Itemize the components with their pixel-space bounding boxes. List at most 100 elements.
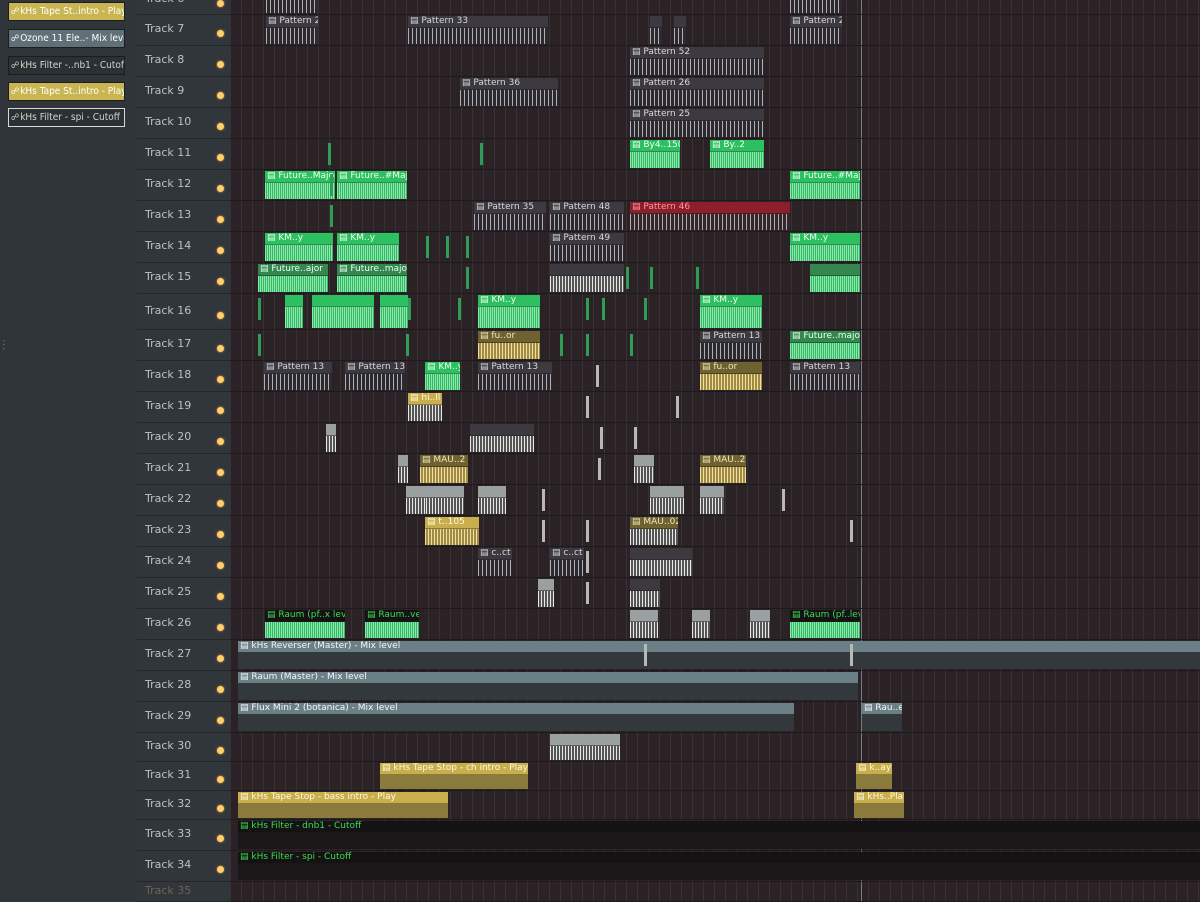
playlist-lane[interactable] xyxy=(230,547,1200,578)
track-mute-led[interactable] xyxy=(217,376,224,383)
playlist-clip[interactable]: ▤ kHs Filter - dnb1 - Cutoff xyxy=(238,821,1200,849)
event-tick[interactable] xyxy=(330,205,333,227)
playlist-clip[interactable]: ▤ Pattern 49 xyxy=(550,233,624,261)
track-header[interactable]: Track 17 xyxy=(137,330,230,361)
event-tick[interactable] xyxy=(644,644,647,666)
playlist-clip[interactable]: ▤ hi..ll xyxy=(408,393,442,421)
track-header[interactable]: Track 21 xyxy=(137,454,230,485)
playlist-clip[interactable]: ▤ KM..y xyxy=(478,295,540,328)
event-tick[interactable] xyxy=(586,582,589,604)
track-header[interactable]: Track 28 xyxy=(137,671,230,702)
event-tick[interactable] xyxy=(328,143,331,165)
playlist-clip[interactable]: ▤ t..105 xyxy=(425,517,479,545)
playlist-clip[interactable]: ▤ Future..major xyxy=(337,264,407,292)
track-mute-led[interactable] xyxy=(217,311,224,319)
track-header[interactable]: Track 27 xyxy=(137,640,230,671)
playlist-clip[interactable]: ▤ MAU..2 xyxy=(420,455,468,483)
track-header[interactable]: Track 34 xyxy=(137,851,230,882)
playlist-clip-unlabeled[interactable] xyxy=(398,455,408,483)
playlist-clip[interactable]: ▤ KM..y xyxy=(425,362,460,390)
playlist-clip[interactable]: ▤ Pattern 13 xyxy=(264,362,332,390)
event-tick[interactable] xyxy=(586,551,589,573)
playlist-lane[interactable] xyxy=(230,882,1200,902)
track-header[interactable]: Track 24 xyxy=(137,547,230,578)
track-mute-led[interactable] xyxy=(217,624,224,631)
playlist-clip[interactable]: ▤ Pattern 24 xyxy=(790,16,842,44)
playlist-clip[interactable]: ▤ Future..ajor xyxy=(258,264,328,292)
playlist-clip-unlabeled[interactable] xyxy=(326,424,336,452)
event-tick[interactable] xyxy=(466,267,469,289)
track-header[interactable]: Track 16 xyxy=(137,294,230,330)
playlist-clip-unlabeled[interactable] xyxy=(630,548,692,576)
track-mute-led[interactable] xyxy=(217,776,224,783)
event-tick[interactable] xyxy=(850,644,853,666)
playlist-clip[interactable]: ▤ k..ay xyxy=(856,763,892,789)
event-tick[interactable] xyxy=(626,267,629,289)
track-header[interactable]: Track 25 xyxy=(137,578,230,609)
playlist-clip-unlabeled[interactable] xyxy=(312,295,374,328)
track-header[interactable]: Track 10 xyxy=(137,108,230,139)
track-mute-led[interactable] xyxy=(217,500,224,507)
event-tick[interactable] xyxy=(600,427,603,449)
track-header[interactable]: Track 32 xyxy=(137,791,230,820)
playlist-clip[interactable]: ▤ c..ct xyxy=(478,548,512,576)
track-header[interactable]: Track 19 xyxy=(137,392,230,423)
event-tick[interactable] xyxy=(258,298,261,320)
event-tick[interactable] xyxy=(598,458,601,480)
playlist-clip[interactable]: ▤ Pattern 13 xyxy=(700,331,762,359)
track-header[interactable]: Track 35 xyxy=(137,882,230,902)
playlist-clip[interactable]: ▤ By4..150 xyxy=(630,140,680,168)
track-mute-led[interactable] xyxy=(217,531,224,538)
playlist-clip-unlabeled[interactable] xyxy=(380,295,408,328)
playlist-clip[interactable]: ▤ Pattern 1 xyxy=(790,0,842,13)
track-header[interactable]: Track 13 xyxy=(137,201,230,232)
playlist-clip-unlabeled[interactable] xyxy=(538,579,554,607)
track-mute-led[interactable] xyxy=(217,278,224,285)
event-tick[interactable] xyxy=(406,334,409,356)
playlist-clip[interactable]: ▤ Future..#Major xyxy=(337,171,407,199)
track-mute-led[interactable] xyxy=(217,345,224,352)
playlist-clip[interactable]: ▤ Pattern 13 xyxy=(790,362,860,390)
playlist-clip-unlabeled[interactable] xyxy=(650,486,684,514)
track-mute-led[interactable] xyxy=(217,216,224,223)
playlist-clip[interactable]: ▤ KM..y xyxy=(265,233,333,261)
track-mute-led[interactable] xyxy=(217,407,224,414)
track-header[interactable]: Track 20 xyxy=(137,423,230,454)
playlist-clip[interactable]: ▤ Future..#Major xyxy=(790,171,860,199)
playlist-clip-unlabeled[interactable] xyxy=(750,610,770,638)
playlist-lane[interactable] xyxy=(230,516,1200,547)
playlist-lane[interactable] xyxy=(230,392,1200,423)
playlist-lane[interactable] xyxy=(230,762,1200,791)
track-header[interactable]: Track 30 xyxy=(137,733,230,762)
playlist-clip[interactable]: ▤ kHs Tape Stop - bass intro - Play xyxy=(238,792,448,818)
playlist-clip[interactable]: ▤ Flux Mini 2 (botanica) - Mix level xyxy=(238,703,794,731)
track-mute-led[interactable] xyxy=(217,686,224,693)
event-tick[interactable] xyxy=(480,143,483,165)
track-mute-led[interactable] xyxy=(217,866,224,873)
playlist-lane[interactable] xyxy=(230,578,1200,609)
track-header[interactable]: Track 33 xyxy=(137,820,230,851)
playlist-clip-unlabeled[interactable] xyxy=(550,264,624,292)
track-mute-led[interactable] xyxy=(217,61,224,68)
event-tick[interactable] xyxy=(596,365,599,387)
track-header[interactable]: Track 22 xyxy=(137,485,230,516)
track-mute-led[interactable] xyxy=(217,655,224,662)
playlist-clip[interactable]: ▤ Future..Major xyxy=(265,171,335,199)
track-header[interactable]: Track 26 xyxy=(137,609,230,640)
playlist-clip-unlabeled[interactable] xyxy=(630,579,660,607)
playlist-clip[interactable]: ▤ Pattern 24 xyxy=(266,16,318,44)
playlist-clip[interactable]: ▤ Raum..vel xyxy=(365,610,419,638)
playlist-clip-unlabeled[interactable] xyxy=(426,486,464,514)
event-tick[interactable] xyxy=(696,267,699,289)
playlist-clip-unlabeled[interactable] xyxy=(674,16,686,44)
playlist-clip-unlabeled[interactable] xyxy=(810,264,860,292)
playlist-clip[interactable]: ▤ kHs Filter - spi - Cutoff xyxy=(238,852,1200,880)
playlist-clip[interactable]: ▤ KM..y xyxy=(700,295,762,328)
track-header[interactable]: Track 12 xyxy=(137,170,230,201)
track-mute-led[interactable] xyxy=(217,123,224,130)
track-mute-led[interactable] xyxy=(217,30,224,37)
playlist-clip-unlabeled[interactable] xyxy=(406,486,426,514)
playlist-lane[interactable] xyxy=(230,423,1200,454)
track-header[interactable]: Track 29 xyxy=(137,702,230,733)
playlist-clip[interactable]: ▤ Raum (pf..level xyxy=(790,610,860,638)
